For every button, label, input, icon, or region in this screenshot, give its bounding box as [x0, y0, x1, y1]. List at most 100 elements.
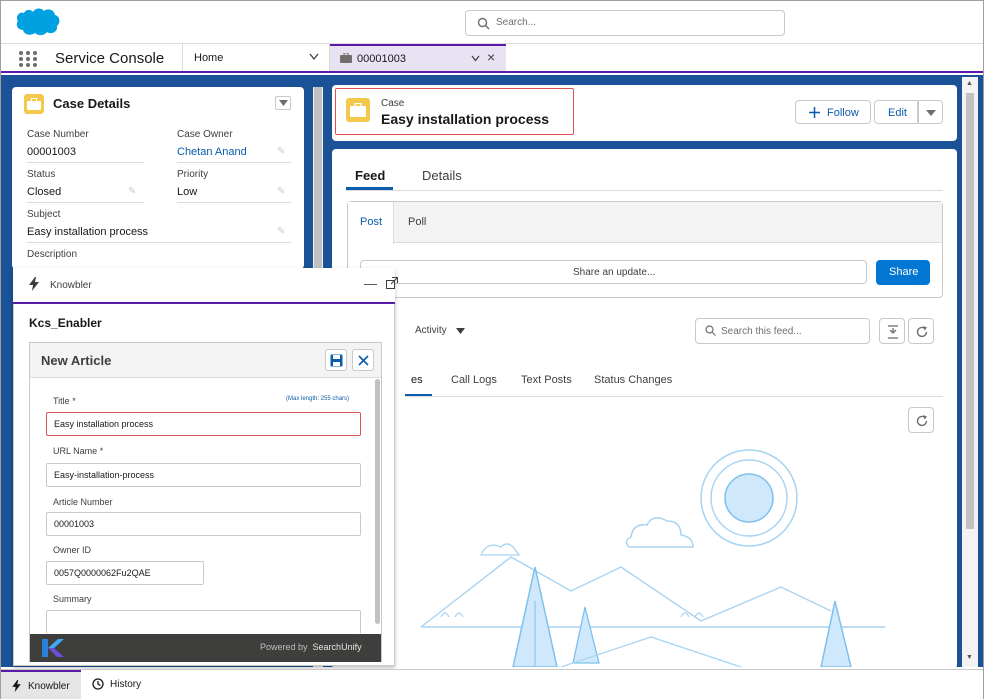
required-mark: * — [99, 446, 104, 456]
case-details-title: Case Details — [53, 96, 131, 111]
record-object-label: Case — [381, 98, 405, 109]
chevron-down-icon[interactable] — [309, 53, 319, 61]
console-nav-bar: Service Console Home 00001003 × — [1, 44, 983, 73]
edit-pencil-icon[interactable]: ✎ — [277, 146, 285, 157]
divider — [177, 162, 291, 163]
url-name-label-text: URL Name — [53, 446, 98, 456]
share-placeholder: Share an update... — [573, 267, 656, 278]
collapse-feed-button[interactable] — [879, 318, 905, 344]
global-search-input[interactable]: Search... — [465, 10, 785, 36]
save-icon — [330, 354, 343, 367]
search-icon — [705, 325, 716, 336]
refresh-icon — [916, 326, 928, 338]
utility-item-history[interactable]: History — [81, 670, 161, 699]
minimize-icon[interactable]: — — [364, 276, 377, 291]
feed-filter-activity[interactable]: Activity — [415, 325, 447, 336]
article-number-label: Article Number — [53, 497, 113, 507]
subject-value: Easy installation process — [27, 226, 149, 238]
case-owner-label: Case Owner — [177, 129, 233, 140]
pop-out-icon[interactable] — [386, 277, 398, 289]
title-max-length-hint: (Max length: 255 chars) — [286, 396, 350, 402]
title-input[interactable]: Easy installation process — [46, 412, 361, 436]
refresh-list-button[interactable] — [908, 407, 934, 433]
close-article-button[interactable] — [352, 349, 374, 371]
knowbler-component-title: Kcs_Enabler — [29, 316, 102, 330]
close-icon — [358, 355, 369, 366]
edit-pencil-icon[interactable]: ✎ — [277, 226, 285, 237]
case-owner-link[interactable]: Chetan Anand — [177, 146, 247, 158]
article-number-input-value: 00001003 — [54, 519, 95, 529]
article-number-input[interactable]: 00001003 — [46, 512, 361, 536]
main-scrollbar[interactable]: ▲ ▼ — [962, 77, 978, 667]
divider — [27, 242, 291, 243]
tab-case-00001003[interactable]: 00001003 × — [330, 44, 506, 71]
salesforce-logo-icon[interactable] — [13, 6, 61, 38]
chevron-down-icon[interactable] — [471, 55, 480, 62]
form-scrollbar[interactable] — [375, 379, 380, 624]
knowbler-header-label: Knowbler — [50, 280, 92, 291]
title-input-value: Easy installation process — [54, 419, 154, 429]
scrollbar-thumb[interactable] — [314, 87, 322, 283]
case-details-menu-button[interactable] — [275, 96, 291, 110]
edit-pencil-icon[interactable]: ✎ — [277, 186, 285, 197]
summary-textarea[interactable] — [46, 610, 361, 634]
close-tab-icon[interactable]: × — [487, 50, 495, 64]
follow-button[interactable]: Follow — [795, 100, 871, 124]
feed-search-placeholder: Search this feed... — [721, 326, 802, 337]
priority-label: Priority — [177, 169, 209, 180]
tab-feed[interactable]: Feed — [355, 168, 385, 183]
publisher-tab-poll[interactable]: Poll — [408, 216, 426, 228]
caret-down-icon — [926, 110, 936, 116]
feed-tab-call-logs[interactable]: Call Logs — [451, 374, 497, 386]
feed-tab-text-posts[interactable]: Text Posts — [521, 374, 572, 386]
subject-label: Subject — [27, 209, 61, 220]
owner-id-input-value: 0057Q0000062Fu2QAE — [54, 568, 151, 578]
feed-tab-all-updates[interactable]: es — [411, 374, 423, 386]
search-placeholder: Search... — [496, 17, 537, 28]
divider — [27, 162, 144, 163]
utility-item-knowbler[interactable]: Knowbler — [1, 670, 81, 699]
share-button[interactable]: Share — [876, 260, 930, 285]
plus-icon — [809, 107, 820, 118]
owner-id-label: Owner ID — [53, 545, 92, 555]
case-details-card: Case Details Case Number 00001003 Case O… — [12, 87, 304, 269]
edit-pencil-icon[interactable]: ✎ — [128, 186, 136, 197]
scroll-up-arrow-icon[interactable]: ▲ — [966, 80, 973, 87]
search-icon — [477, 17, 490, 30]
status-label: Status — [27, 169, 56, 180]
app-launcher-icon[interactable] — [19, 51, 37, 67]
owner-id-input[interactable]: 0057Q0000062Fu2QAE — [46, 561, 204, 585]
caret-down-icon[interactable] — [456, 328, 465, 334]
feed-tab-status-changes[interactable]: Status Changes — [594, 374, 672, 386]
scrollbar-thumb[interactable] — [966, 93, 974, 529]
tab-details[interactable]: Details — [422, 168, 462, 183]
powered-by-label: Powered by — [260, 642, 308, 652]
refresh-feed-button[interactable] — [908, 318, 934, 344]
tab-home[interactable]: Home — [182, 44, 330, 71]
status-value: Closed — [27, 186, 62, 198]
url-name-input[interactable]: Easy-installation-process — [46, 463, 361, 487]
empty-feed-illustration-icon — [420, 449, 885, 667]
edit-button[interactable]: Edit — [874, 100, 918, 124]
share-label: Share — [889, 266, 919, 278]
utility-knowbler-label: Knowbler — [28, 681, 70, 692]
searchunify-brand: SearchUnify — [312, 642, 362, 652]
more-actions-button[interactable] — [918, 100, 943, 124]
knowbler-footer: Powered by SearchUnify — [30, 634, 381, 662]
title-label-text: Title — [53, 396, 70, 406]
summary-label: Summary — [53, 594, 92, 604]
utility-bar: Knowbler History — [1, 669, 983, 699]
divider — [27, 202, 144, 203]
title-field-label: Title * — [53, 396, 76, 406]
case-number-label: Case Number — [27, 129, 89, 140]
clock-icon — [92, 678, 104, 690]
follow-label: Follow — [827, 107, 859, 119]
global-header: Search... — [1, 1, 983, 44]
save-article-button[interactable] — [325, 349, 347, 371]
share-update-input[interactable]: Share an update... — [360, 260, 867, 284]
case-icon — [24, 94, 44, 114]
scroll-down-arrow-icon[interactable]: ▼ — [966, 654, 973, 661]
publisher-tab-post[interactable]: Post — [348, 202, 394, 244]
feed-search-input[interactable]: Search this feed... — [695, 318, 870, 344]
app-name: Service Console — [55, 50, 165, 67]
